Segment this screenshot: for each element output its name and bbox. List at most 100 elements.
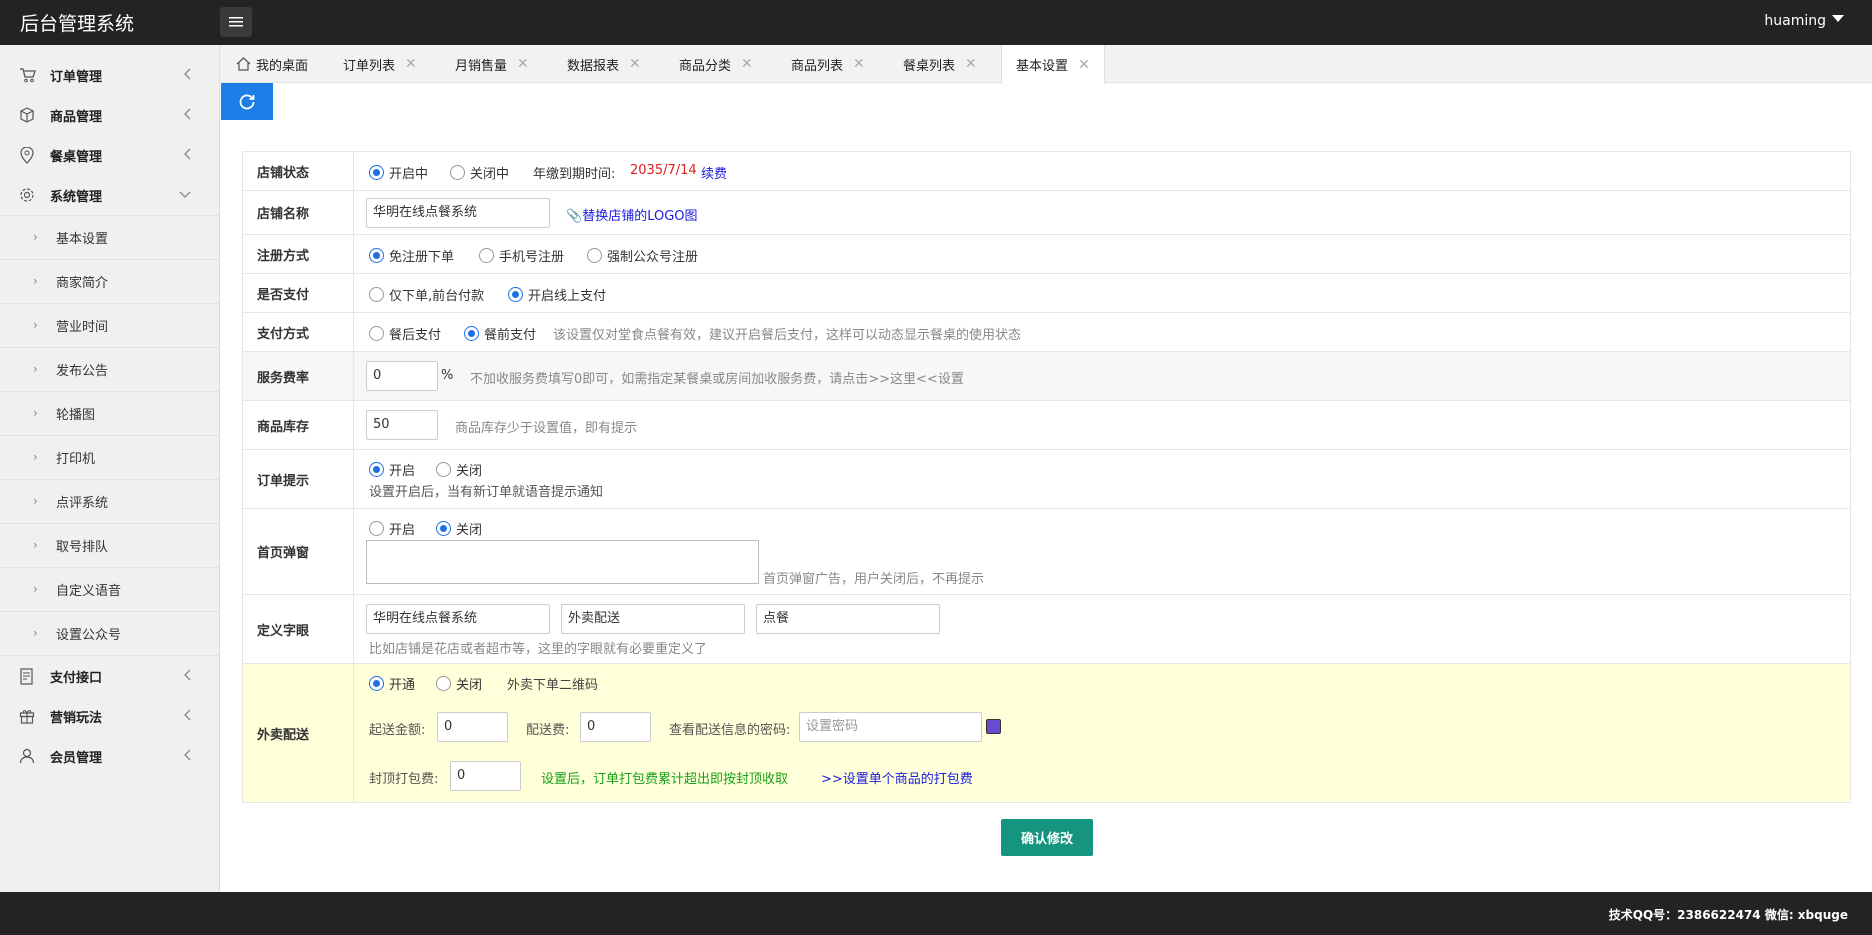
chevron-left-icon [183, 148, 191, 164]
row-service-rate: 服务费率 0 % 不加收服务费填写0即可，如需指定某餐桌或房间加收服务费，请点击… [243, 352, 1850, 401]
confirm-button[interactable]: 确认修改 [1001, 819, 1093, 856]
stock-input[interactable]: 50 [366, 410, 438, 440]
radio-phone-register[interactable]: 手机号注册 [479, 246, 564, 265]
user-menu[interactable]: huaming [1764, 13, 1844, 29]
pack-fee-input[interactable]: 0 [450, 761, 521, 791]
chevron-right-icon: › [33, 626, 38, 640]
radio-offline-pay[interactable]: 仅下单,前台付款 [369, 285, 484, 304]
close-icon[interactable]: ✕ [853, 56, 865, 72]
sidebar-subitem-label: 发布公告 [56, 364, 109, 379]
radio-pay-after[interactable]: 餐后支付 [369, 324, 441, 343]
radio-checked-icon [464, 326, 479, 341]
close-icon[interactable]: ✕ [965, 56, 977, 72]
radio-checked-icon [508, 287, 523, 302]
sidebar-item-label: 系统管理 [50, 189, 103, 205]
row-stock: 商品库存 50 商品库存少于设置值，即有提示 [243, 401, 1850, 450]
location-pin-icon [18, 146, 36, 164]
sidebar-item-marketing[interactable]: 营销玩法 [0, 696, 219, 736]
settings-form: 店铺状态 开启中 关闭中 年缴到期时间: 2035/7/14 续费 店铺名称 华… [242, 151, 1851, 803]
tab-monthly-sales[interactable]: 月销售量 ✕ [455, 45, 529, 83]
sidebar-item-goods[interactable]: 商品管理 [0, 95, 219, 135]
tab-basic-settings[interactable]: 基本设置 ✕ [1001, 45, 1105, 84]
radio-alert-off[interactable]: 关闭 [436, 460, 482, 479]
radio-unchecked-icon [587, 248, 602, 263]
radio-online-pay[interactable]: 开启线上支付 [508, 285, 606, 304]
sidebar-subitem-printer[interactable]: › 打印机 [0, 436, 219, 480]
tab-label: 餐桌列表 [903, 58, 956, 74]
menu-toggle-button[interactable] [220, 7, 252, 37]
delivery-qr-link[interactable]: 外卖下单二维码 [507, 674, 598, 693]
delivery-fee-input[interactable]: 0 [580, 712, 651, 742]
radio-checked-icon [436, 521, 451, 536]
tab-goods-category[interactable]: 商品分类 ✕ [679, 45, 753, 83]
popup-textarea[interactable] [366, 540, 759, 584]
radio-popup-on[interactable]: 开启 [369, 519, 415, 538]
radio-shop-closed[interactable]: 关闭中 [450, 163, 509, 182]
field-label: 是否支付 [243, 274, 354, 312]
close-icon[interactable]: ✕ [1078, 57, 1090, 73]
caret-down-icon [1832, 15, 1844, 22]
custom-word-input-2[interactable]: 外卖配送 [561, 604, 745, 634]
tab-goods-list[interactable]: 商品列表 ✕ [791, 45, 865, 83]
sidebar-subitem-reviews[interactable]: › 点评系统 [0, 480, 219, 524]
service-rate-input[interactable]: 0 [366, 361, 438, 391]
sidebar-subitem-queue[interactable]: › 取号排队 [0, 524, 219, 568]
close-icon[interactable]: ✕ [405, 56, 417, 72]
password-input[interactable]: 设置密码 [799, 712, 982, 742]
payment-icon [18, 667, 36, 685]
chevron-left-icon [183, 709, 191, 725]
sidebar-subitem-business-hours[interactable]: › 营业时间 [0, 304, 219, 348]
close-icon[interactable]: ✕ [741, 56, 753, 72]
custom-word-input-1[interactable]: 华明在线点餐系统 [366, 604, 550, 634]
renew-link[interactable]: 续费 [701, 163, 727, 182]
sidebar-subitem-official-account[interactable]: › 设置公众号 [0, 612, 219, 656]
radio-shop-open[interactable]: 开启中 [369, 163, 428, 182]
min-amount-label: 起送金额: [369, 723, 426, 738]
sidebar-subitem-custom-voice[interactable]: › 自定义语音 [0, 568, 219, 612]
service-rate-hint[interactable]: 不加收服务费填写0即可，如需指定某餐桌或房间加收服务费，请点击>>这里<<设置 [470, 368, 964, 387]
replace-logo-link[interactable]: 📎替换店铺的LOGO图 [566, 205, 698, 224]
tab-bar: 我的桌面 订单列表 ✕ 月销售量 ✕ 数据报表 ✕ 商品分类 ✕ 商品列表 ✕ 餐桌列表 ✕… [220, 45, 1872, 84]
radio-official-account-register[interactable]: 强制公众号注册 [587, 246, 698, 265]
refresh-button[interactable] [221, 83, 273, 120]
sidebar-item-members[interactable]: 会员管理 [0, 736, 219, 776]
sidebar-item-orders[interactable]: 订单管理 [0, 55, 219, 95]
close-icon[interactable]: ✕ [517, 56, 529, 72]
radio-pay-before[interactable]: 餐前支付 [464, 324, 536, 343]
radio-checked-icon [369, 462, 384, 477]
sidebar-subitem-carousel[interactable]: › 轮播图 [0, 392, 219, 436]
shop-name-input[interactable]: 华明在线点餐系统 [366, 198, 550, 228]
chevron-right-icon: › [33, 538, 38, 552]
sidebar-subitem-merchant-intro[interactable]: › 商家简介 [0, 260, 219, 304]
radio-popup-off[interactable]: 关闭 [436, 519, 482, 538]
chevron-right-icon: › [33, 318, 38, 332]
single-pack-fee-link[interactable]: >>设置单个商品的打包费 [821, 768, 973, 787]
custom-word-input-3[interactable]: 点餐 [756, 604, 940, 634]
tab-label: 商品列表 [791, 58, 844, 74]
row-custom-words: 定义字眼 华明在线点餐系统 外卖配送 点餐 比如店铺是花店或者超市等，这里的字眼… [243, 595, 1850, 664]
radio-label: 仅下单,前台付款 [389, 289, 485, 304]
chevron-right-icon: › [33, 494, 38, 508]
chevron-right-icon: › [33, 362, 38, 376]
radio-delivery-off[interactable]: 关闭 [436, 674, 482, 693]
radio-no-register[interactable]: 免注册下单 [369, 246, 454, 265]
radio-alert-on[interactable]: 开启 [369, 460, 415, 479]
sidebar-item-tables[interactable]: 餐桌管理 [0, 135, 219, 175]
close-icon[interactable]: ✕ [629, 56, 641, 72]
field-label: 订单提示 [243, 450, 354, 508]
tab-desktop[interactable]: 我的桌面 [236, 45, 308, 83]
tab-order-list[interactable]: 订单列表 ✕ [343, 45, 417, 83]
tab-data-report[interactable]: 数据报表 ✕ [567, 45, 641, 83]
sidebar-subitem-basic-settings[interactable]: › 基本设置 [0, 216, 219, 260]
radio-label: 关闭 [456, 523, 483, 538]
field-label: 支付方式 [243, 313, 354, 351]
radio-delivery-on[interactable]: 开通 [369, 674, 415, 693]
key-icon[interactable] [986, 719, 1001, 734]
min-amount-input[interactable]: 0 [437, 712, 508, 742]
tab-table-list[interactable]: 餐桌列表 ✕ [903, 45, 977, 83]
sidebar-subitem-announcement[interactable]: › 发布公告 [0, 348, 219, 392]
sidebar-item-system[interactable]: 系统管理 [0, 175, 219, 215]
pack-fee-hint: 设置后，订单打包费累计超出即按封顶收取 [541, 772, 789, 787]
sidebar-item-label: 订单管理 [50, 69, 103, 85]
sidebar-item-payment[interactable]: 支付接口 [0, 656, 219, 696]
